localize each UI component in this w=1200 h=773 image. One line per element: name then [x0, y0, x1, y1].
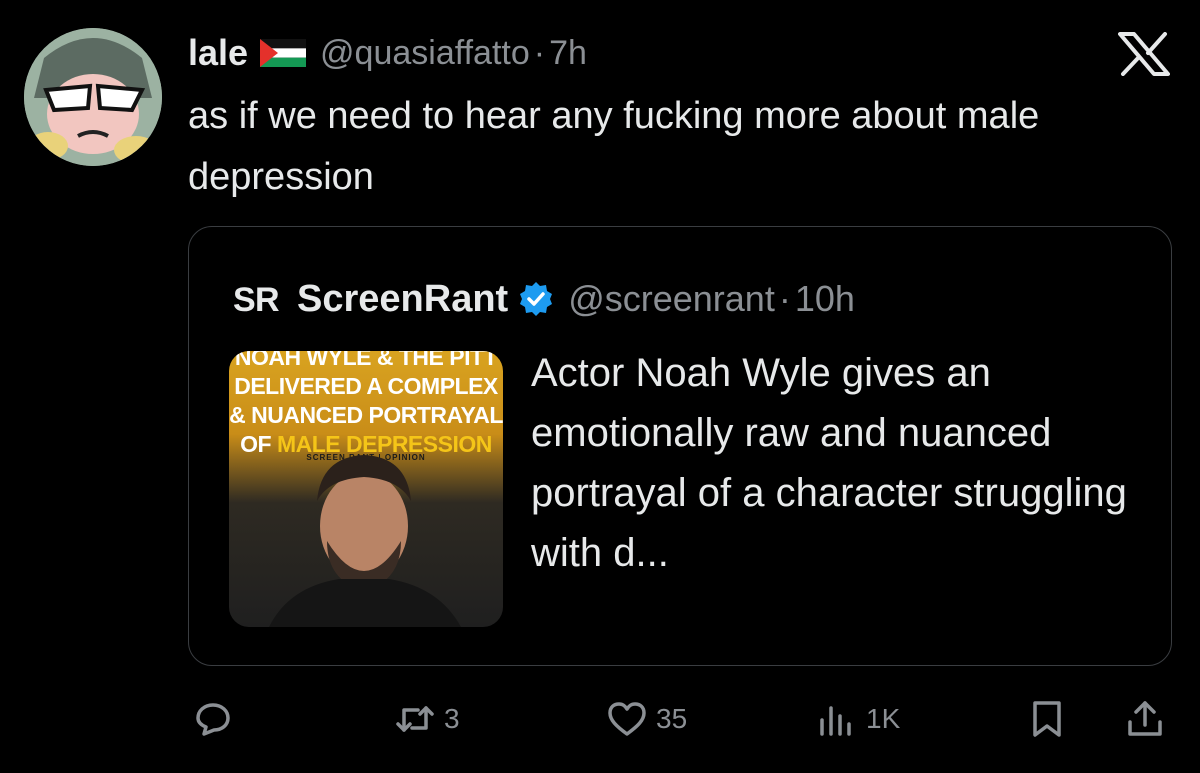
- separator-dot: ·: [533, 33, 546, 72]
- quoted-author-name[interactable]: ScreenRant: [297, 278, 508, 321]
- x-logo-icon: [1118, 32, 1170, 76]
- quoted-tweet-time[interactable]: 10h: [795, 278, 855, 320]
- retweet-button[interactable]: 3: [394, 696, 460, 742]
- svg-text:S: S: [233, 281, 256, 317]
- like-count: 35: [656, 703, 688, 734]
- tweet-text: as if we need to hear any fucking more a…: [188, 95, 1040, 198]
- quoted-author-handle[interactable]: @screenrant: [568, 278, 775, 320]
- avatar[interactable]: [24, 28, 162, 166]
- tweet-time[interactable]: 7h: [549, 34, 587, 73]
- tweet-header: lale @quasiaffatto · 7h: [188, 30, 587, 76]
- reply-icon: [196, 703, 230, 736]
- bookmark-button[interactable]: [1026, 696, 1068, 742]
- quoted-tweet-header: S R ScreenRant @screenrant · 10h: [233, 275, 855, 323]
- views-icon: [820, 706, 851, 736]
- share-icon: [1128, 701, 1162, 736]
- quoted-tweet-text: Actor Noah Wyle gives an emotionally raw…: [531, 351, 1127, 575]
- author-name[interactable]: lale: [188, 32, 248, 74]
- like-button[interactable]: 35: [606, 696, 687, 742]
- share-button[interactable]: [1124, 696, 1166, 742]
- article-thumbnail[interactable]: NOAH WYLE & THE PITT DELIVERED A COMPLEX…: [229, 351, 503, 627]
- thumbnail-photo: [269, 455, 461, 627]
- views-button[interactable]: 1K: [816, 696, 900, 742]
- svg-text:R: R: [255, 281, 280, 317]
- verified-badge-icon: [520, 282, 553, 316]
- avatar-image: [24, 28, 162, 166]
- retweet-count: 3: [444, 703, 460, 734]
- tweet-actions: 3 35 1K: [0, 696, 1200, 742]
- views-count: 1K: [866, 703, 901, 734]
- heart-icon: [608, 702, 646, 736]
- retweet-icon: [396, 706, 434, 732]
- reply-button[interactable]: [192, 696, 242, 742]
- author-handle[interactable]: @quasiaffatto: [320, 34, 530, 73]
- screenrant-logo-icon: S R: [233, 281, 280, 317]
- quoted-tweet-card[interactable]: S R ScreenRant @screenrant · 10h NOAH WY…: [188, 226, 1172, 666]
- separator-dot: ·: [778, 278, 791, 319]
- bookmark-icon: [1033, 701, 1061, 737]
- palestine-flag-icon: [260, 39, 307, 67]
